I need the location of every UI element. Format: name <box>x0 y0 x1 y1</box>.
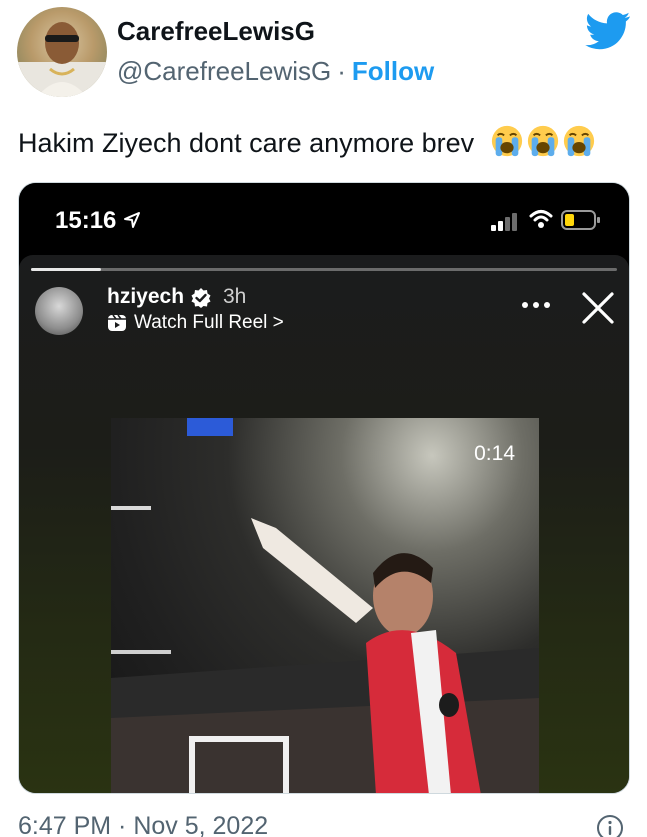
loudly-crying-face-icon <box>527 125 558 157</box>
author-display-name[interactable]: CarefreeLewisG <box>117 16 315 47</box>
loudly-crying-face-icon <box>491 125 522 157</box>
story-posted-time: 3h <box>223 285 247 308</box>
status-clock: 15:16 <box>55 207 117 234</box>
more-options-icon[interactable] <box>521 301 551 309</box>
story-progress-bar <box>31 268 617 271</box>
tweet-timestamp[interactable]: 6:47 PM · Nov 5, 2022 <box>18 812 268 837</box>
author-handle-row: @CarefreeLewisG · Follow <box>117 56 434 87</box>
tweet-text: Hakim Ziyech dont care anymore brev <box>18 124 596 159</box>
reels-icon <box>108 314 126 331</box>
loudly-crying-face-icon <box>563 125 594 157</box>
info-icon[interactable] <box>596 814 624 837</box>
close-icon[interactable] <box>581 291 615 325</box>
separator-dot: · <box>337 56 346 86</box>
tweet-media[interactable]: 15:16 hziyech 3h Watch Full Reel > 0:14 <box>18 182 630 794</box>
tweet-body: Hakim Ziyech dont care anymore brev <box>18 128 475 158</box>
wifi-icon <box>529 210 553 228</box>
reel-video-frame[interactable]: 0:14 <box>111 418 539 793</box>
location-arrow-icon <box>124 212 140 228</box>
phone-status-bar: 15:16 <box>19 183 629 255</box>
author-handle[interactable]: @CarefreeLewisG <box>117 56 331 86</box>
verified-badge-icon <box>191 288 211 308</box>
author-avatar[interactable] <box>17 7 107 97</box>
instagram-story: hziyech 3h Watch Full Reel > 0:14 <box>19 255 629 793</box>
avatar-photo <box>17 22 107 97</box>
twitter-bird-icon[interactable] <box>585 12 631 50</box>
football-player-scene <box>111 418 539 793</box>
cellular-signal-icon <box>491 213 517 231</box>
story-username[interactable]: hziyech <box>107 285 184 309</box>
watch-full-reel-link[interactable]: Watch Full Reel > <box>134 312 284 334</box>
story-user-avatar[interactable] <box>35 287 83 335</box>
follow-button[interactable]: Follow <box>352 56 434 86</box>
story-progress-fill <box>31 268 102 271</box>
video-timestamp: 0:14 <box>474 442 515 465</box>
battery-icon <box>561 210 600 230</box>
